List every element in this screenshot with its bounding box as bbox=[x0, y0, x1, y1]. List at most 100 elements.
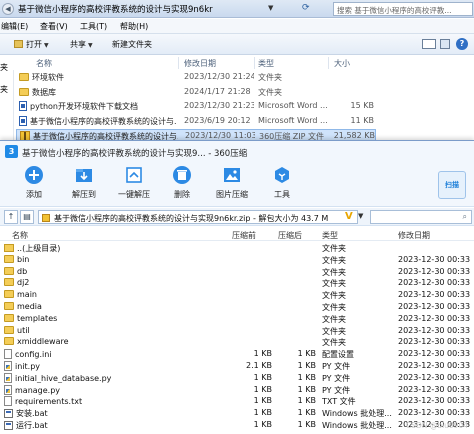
file-name-cell: config.ini bbox=[4, 349, 224, 360]
file-name-cell: 安装.bat bbox=[4, 408, 224, 419]
delete-label: 删除 bbox=[174, 190, 190, 199]
one-click-extract-button[interactable]: 一键解压 bbox=[112, 165, 156, 205]
image-compress-icon bbox=[224, 168, 240, 182]
batch-file-icon bbox=[4, 409, 13, 419]
file-icon bbox=[4, 396, 12, 407]
table-row[interactable]: 环境软件 2023/12/30 21:24 文件夹 bbox=[16, 71, 376, 84]
share-button[interactable]: 共享 ▼ bbox=[70, 39, 93, 50]
col-size[interactable]: 大小 bbox=[334, 58, 350, 69]
size-before: 1 KB bbox=[253, 384, 272, 394]
table-row[interactable]: main 文件夹 2023-12-30 00:33 bbox=[0, 289, 474, 301]
table-row[interactable]: ..(上级目录) 文件夹 bbox=[0, 242, 474, 254]
table-row[interactable]: templates 文件夹 2023-12-30 00:33 bbox=[0, 313, 474, 325]
file-date: 2023-12-30 00:33 bbox=[398, 372, 471, 382]
share-label: 共享 bbox=[70, 40, 86, 49]
size-before: 1 KB bbox=[253, 408, 272, 418]
chevron-down-icon: ▼ bbox=[44, 42, 49, 49]
file-name-cell: initial_hive_database.py bbox=[4, 372, 224, 383]
col-before[interactable]: 压缩前 bbox=[232, 230, 256, 241]
file-type: 文件夹 bbox=[322, 279, 346, 289]
table-row[interactable]: 运行.bat 1 KB 1 KB Windows 批处理... 2023-12-30 0… bbox=[0, 419, 474, 431]
nav-item[interactable]: 夹 bbox=[0, 62, 8, 73]
table-row[interactable]: db 文件夹 2023-12-30 00:33 bbox=[0, 266, 474, 278]
size-after: 1 KB bbox=[297, 349, 316, 359]
tools-label: 工具 bbox=[274, 190, 290, 199]
file-name: main bbox=[17, 290, 37, 300]
col-divider[interactable] bbox=[178, 57, 179, 69]
folder-nav-icon[interactable]: ▤ bbox=[20, 210, 34, 224]
file-name: 基于微信小程序的高校评教系统的设计与... bbox=[30, 116, 177, 126]
table-row[interactable]: initial_hive_database.py 1 KB 1 KB PY 文件 202… bbox=[0, 372, 474, 384]
open-button[interactable]: 打开 ▼ bbox=[14, 39, 49, 50]
file-name: initial_hive_database.py bbox=[15, 373, 112, 383]
file-name: bin bbox=[17, 254, 30, 264]
scan-button[interactable]: 扫描 bbox=[438, 171, 466, 199]
view-options-icon[interactable] bbox=[422, 39, 436, 49]
add-button[interactable]: 添加 bbox=[12, 165, 56, 205]
col-name[interactable]: 名称 bbox=[12, 230, 28, 241]
help-icon[interactable]: ? bbox=[456, 38, 468, 50]
file-type: 文件夹 bbox=[322, 326, 346, 336]
preview-pane-icon[interactable] bbox=[440, 39, 450, 49]
explorer-search-input[interactable]: 搜索 基于微信小程序的高校评教... bbox=[333, 2, 473, 16]
col-date[interactable]: 修改日期 bbox=[398, 230, 430, 241]
table-row[interactable]: config.ini 1 KB 1 KB 配置设置 2023-12-30 00:33 bbox=[0, 348, 474, 360]
archive-path-field[interactable]: 基于微信小程序的高校评教系统的设计与实现9n6kr.zip - 解包大小为 43… bbox=[38, 210, 358, 224]
image-compress-button[interactable]: 图片压缩 bbox=[210, 165, 254, 205]
new-folder-button[interactable]: 新建文件夹 bbox=[112, 39, 152, 50]
col-type[interactable]: 类型 bbox=[322, 230, 338, 241]
chevron-down-icon[interactable]: ▼ bbox=[268, 4, 273, 12]
file-name-cell: xmiddleware bbox=[4, 337, 224, 346]
one-click-extract-label: 一键解压 bbox=[118, 190, 150, 199]
menu-edit[interactable]: 编辑(E) bbox=[1, 21, 28, 32]
menu-help[interactable]: 帮助(H) bbox=[120, 21, 148, 32]
search-placeholder: 搜索 基于微信小程序的高校评教... bbox=[337, 6, 452, 15]
table-row[interactable]: dj2 文件夹 2023-12-30 00:33 bbox=[0, 277, 474, 289]
nav-item[interactable]: 夹 bbox=[0, 84, 8, 95]
compressor-title: 基于微信小程序的高校评教系统的设计与实现9... - 360压缩 bbox=[22, 149, 248, 159]
menu-view[interactable]: 查看(V) bbox=[40, 21, 68, 32]
file-date: 2023-12-30 00:33 bbox=[398, 266, 471, 276]
col-type[interactable]: 类型 bbox=[258, 58, 274, 69]
file-name-cell: db bbox=[4, 266, 224, 276]
table-row[interactable]: 基于微信小程序的高校评教系统的设计与... 2023/6/19 20:12 Micr… bbox=[16, 115, 376, 128]
col-after[interactable]: 压缩后 bbox=[278, 230, 302, 241]
file-name: config.ini bbox=[15, 350, 52, 360]
folder-icon bbox=[4, 290, 14, 299]
delete-button[interactable]: 删除 bbox=[160, 165, 204, 205]
file-date: 2023-12-30 00:33 bbox=[398, 337, 471, 347]
col-date[interactable]: 修改日期 bbox=[184, 58, 216, 69]
explorer-nav-pane: 夹 夹 bbox=[0, 63, 14, 145]
file-type: Windows 批处理... bbox=[322, 421, 392, 430]
file-type: Microsoft Word ... bbox=[258, 101, 328, 111]
table-row[interactable]: 安装.bat 1 KB 1 KB Windows 批处理... 2023-12-30 0… bbox=[0, 407, 474, 419]
file-name: xmiddleware bbox=[17, 337, 69, 347]
table-row[interactable]: bin 文件夹 2023-12-30 00:33 bbox=[0, 254, 474, 266]
col-divider[interactable] bbox=[328, 57, 329, 69]
table-row[interactable]: util 文件夹 2023-12-30 00:33 bbox=[0, 325, 474, 337]
compressor-titlebar: 3 基于微信小程序的高校评教系统的设计与实现9... - 360压缩 bbox=[0, 141, 474, 163]
size-before: 1 KB bbox=[253, 396, 272, 406]
menu-tools[interactable]: 工具(T) bbox=[80, 21, 107, 32]
extract-to-button[interactable]: 解压到 bbox=[62, 165, 106, 205]
back-icon[interactable]: ◀ bbox=[2, 3, 14, 15]
col-name[interactable]: 名称 bbox=[36, 58, 52, 69]
refresh-icon[interactable]: ⟳ bbox=[302, 3, 310, 13]
table-row[interactable]: xmiddleware 文件夹 2023-12-30 00:33 bbox=[0, 336, 474, 348]
up-folder-icon[interactable]: ↑ bbox=[4, 210, 18, 224]
extract-icon bbox=[76, 169, 92, 182]
table-row[interactable]: requirements.txt 1 KB 1 KB TXT 文件 2023-12-30… bbox=[0, 395, 474, 407]
archive-search-input[interactable]: ⌕ bbox=[370, 210, 472, 224]
chevron-down-icon[interactable]: ▼ bbox=[358, 212, 363, 220]
tools-button[interactable]: 工具 bbox=[260, 165, 304, 205]
table-row[interactable]: init.py 2.1 KB 1 KB PY 文件 2023-12-30 00:33 bbox=[0, 360, 474, 372]
table-row[interactable]: 数据库 2024/1/17 21:28 文件夹 bbox=[16, 86, 376, 99]
col-divider[interactable] bbox=[254, 57, 255, 69]
file-name: manage.py bbox=[15, 385, 61, 395]
table-row[interactable]: media 文件夹 2023-12-30 00:33 bbox=[0, 301, 474, 313]
table-row[interactable]: manage.py 1 KB 1 KB PY 文件 2023-12-30 00:33 bbox=[0, 384, 474, 396]
table-row[interactable]: python开发环境软件下载文档 2023/12/30 21:23 Microsof… bbox=[16, 100, 376, 113]
file-name-cell: templates bbox=[4, 313, 224, 323]
archive-file-list: ..(上级目录) 文件夹 bin 文件夹 2023-12-30 00:33 db 文件夹 20… bbox=[0, 242, 474, 434]
folder-icon bbox=[4, 278, 14, 287]
